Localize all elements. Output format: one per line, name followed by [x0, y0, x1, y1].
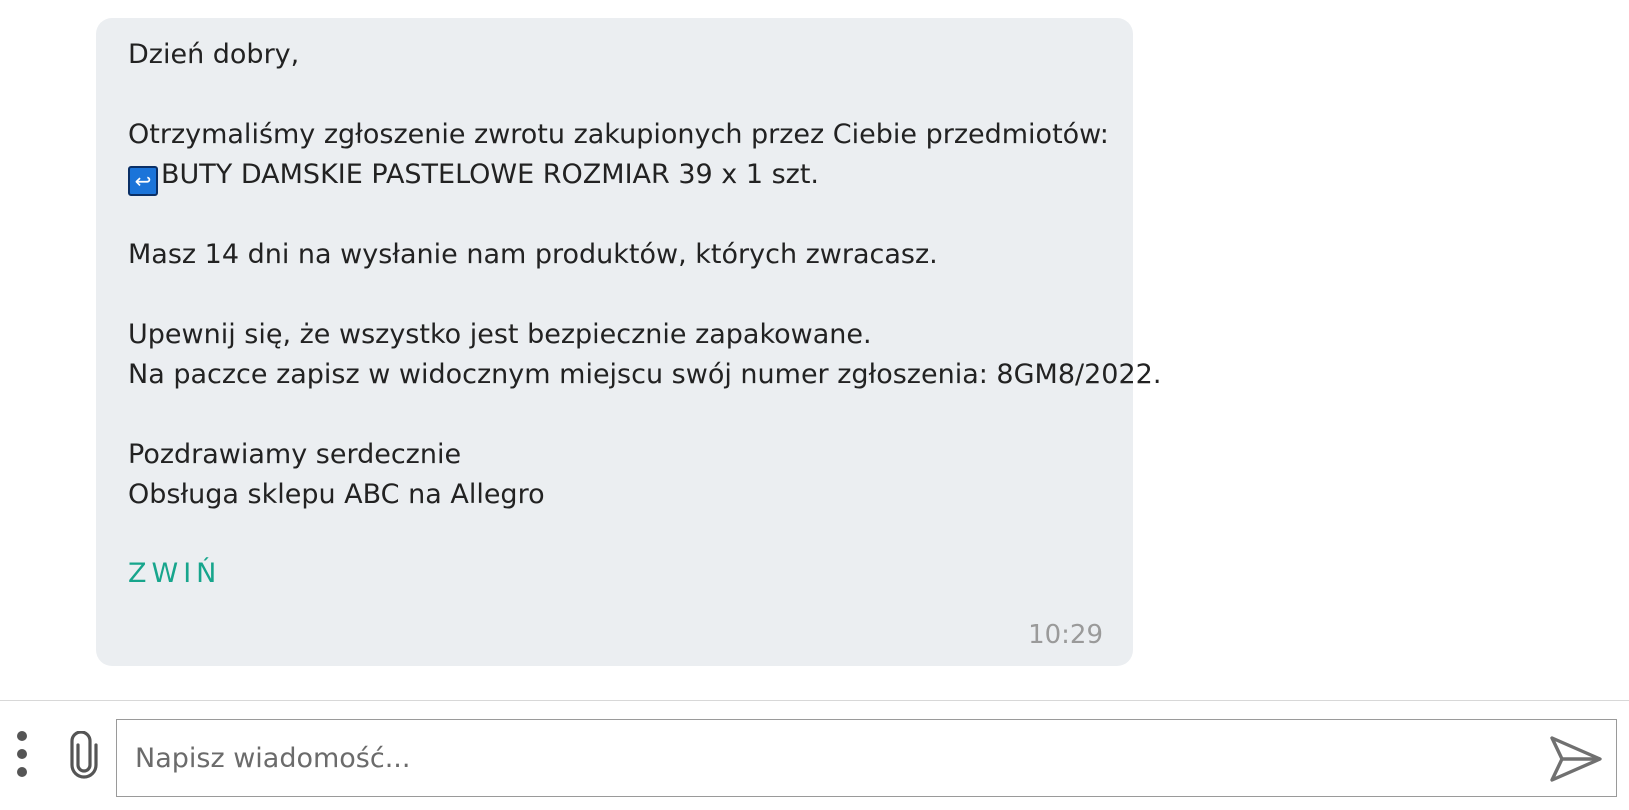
message-input[interactable]	[135, 720, 1515, 796]
send-icon	[1550, 736, 1602, 782]
collapse-button[interactable]: ZWIŃ	[128, 558, 221, 589]
message-signature: Obsługa sklepu ABC na Allegro	[128, 479, 545, 510]
chat-area: Dzień dobry, Otrzymaliśmy zgłoszenie zwr…	[0, 0, 1629, 700]
message-intro: Otrzymaliśmy zgłoszenie zwrotu zakupiony…	[128, 119, 1109, 150]
message-bubble: Dzień dobry, Otrzymaliśmy zgłoszenie zwr…	[96, 18, 1161, 666]
message-item: BUTY DAMSKIE PASTELOWE ROZMIAR 39 x 1 sz…	[161, 159, 820, 190]
message-composer	[0, 701, 1629, 810]
message-input-box	[116, 719, 1617, 797]
more-options-button[interactable]	[6, 729, 38, 779]
send-button[interactable]	[1548, 734, 1604, 784]
message-deadline: Masz 14 dni na wysłanie nam produktów, k…	[128, 239, 938, 270]
message-timestamp: 10:29	[1028, 620, 1103, 650]
vertical-ellipsis-icon	[17, 731, 27, 777]
message-item-line: ↩ BUTY DAMSKIE PASTELOWE ROZMIAR 39 x 1 s…	[128, 158, 819, 196]
attach-file-button[interactable]	[62, 730, 106, 779]
paperclip-icon	[70, 730, 98, 779]
message-greeting: Dzień dobry,	[128, 39, 300, 70]
message-packing: Upewnij się, że wszystko jest bezpieczni…	[128, 319, 872, 350]
return-arrow-icon: ↩	[128, 166, 158, 196]
message-ticket: Na paczce zapisz w widocznym miejscu swó…	[128, 359, 1162, 390]
message-regards: Pozdrawiamy serdecznie	[128, 439, 462, 470]
